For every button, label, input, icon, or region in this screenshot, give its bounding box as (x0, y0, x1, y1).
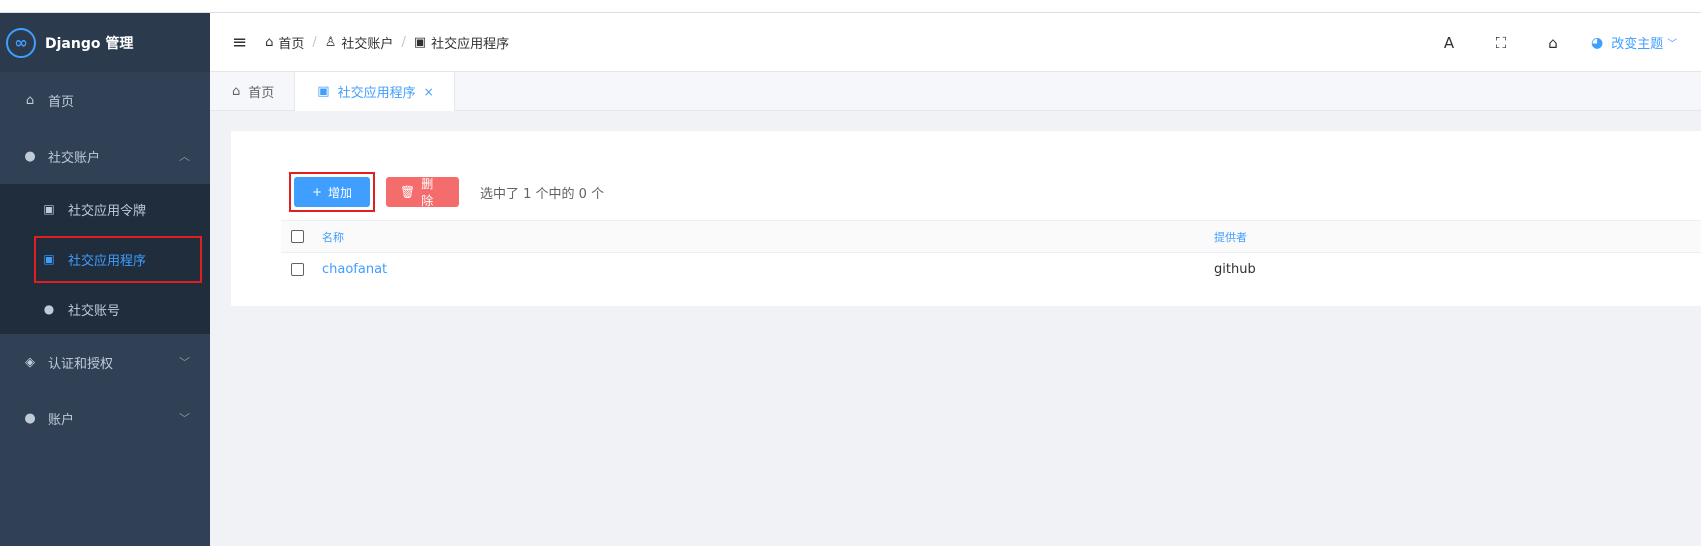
chevron-up-icon: ︿ (179, 150, 190, 163)
breadcrumb-item-social-accounts[interactable]: 社交账户 (341, 33, 393, 52)
column-header-provider[interactable]: 提供者 (1214, 229, 1247, 245)
add-button[interactable]: + 增加 (294, 177, 370, 207)
close-icon[interactable]: × (424, 85, 434, 99)
home-icon: ⌂ (265, 34, 274, 50)
tab-bar: ⌂ 首页 ▣ 社交应用程序 × (210, 72, 1701, 111)
sidebar-item-social-accounts[interactable]: ● 社交账户 ︿ (0, 128, 210, 184)
font-size-icon[interactable]: A (1423, 34, 1475, 52)
breadcrumb-separator: / (401, 34, 406, 50)
menu-toggle-icon[interactable]: ≡ (232, 32, 247, 53)
home-icon: ⌂ (232, 84, 241, 99)
change-theme-label: 改变主题 (1611, 37, 1664, 52)
breadcrumb-item-home[interactable]: 首页 (278, 33, 304, 52)
tab-home[interactable]: ⌂ 首页 (210, 72, 296, 111)
infinity-logo-icon: ∞ (6, 27, 36, 58)
palette-icon: ◕ (1591, 34, 1604, 51)
home-icon: ⌂ (25, 92, 35, 108)
image-icon: ▣ (413, 34, 427, 50)
column-header-name[interactable]: 名称 (322, 229, 344, 245)
header-actions: A ⛶ ⌂ ◕ 改变主题 ﹀ (1423, 13, 1701, 72)
top-header: ≡ ⌂ 首页 / ♙ 社交账户 / ▣ 社交应用程序 A ⛶ ⌂ ◕ 改变主题 … (210, 13, 1701, 72)
sidebar-item-home[interactable]: ⌂ 首页 (0, 72, 210, 128)
breadcrumb-item-current: 社交应用程序 (431, 36, 510, 52)
breadcrumb-separator: / (312, 34, 317, 50)
row-provider: github (1214, 262, 1256, 277)
sidebar-item-label: 首页 (48, 94, 75, 110)
user-icon: ♙ (324, 34, 337, 50)
tab-label: 社交应用程序 (337, 86, 416, 101)
breadcrumb: ⌂ 首页 / ♙ 社交账户 / ▣ 社交应用程序 (265, 33, 509, 52)
image-icon: ▣ (317, 84, 330, 99)
add-button-label: 增加 (328, 185, 353, 200)
home-icon[interactable]: ⌂ (1527, 34, 1579, 52)
sidebar-item-social-accounts-list[interactable]: ● 社交账号 (0, 284, 210, 334)
table-header: 名称 提供者 (281, 220, 1701, 253)
shield-icon: ◈ (25, 354, 35, 370)
sidebar-logo[interactable]: ∞ Django 管理 (0, 13, 210, 72)
sidebar-item-label: 社交账户 (48, 150, 101, 166)
app-title: Django 管理 (45, 35, 134, 52)
user-icon: ● (24, 410, 36, 426)
results-table: 名称 提供者 chaofanat github (281, 220, 1701, 286)
sidebar-item-auth[interactable]: ◈ 认证和授权 ﹀ (0, 334, 210, 390)
chevron-down-icon: ﹀ (179, 412, 190, 425)
delete-button[interactable]: 🗑 删除 (386, 177, 459, 208)
sidebar-item-label: 社交账号 (68, 303, 121, 319)
sidebar-item-social-app-tokens[interactable]: ▣ 社交应用令牌 (0, 184, 210, 234)
sidebar: ∞ Django 管理 ⌂ 首页 ● 社交账户 ︿ ▣ 社交应用令牌 ▣ 社交应… (0, 13, 210, 546)
circle-icon: ● (43, 302, 55, 316)
sidebar-item-account[interactable]: ● 账户 ﹀ (0, 390, 210, 446)
plus-icon: + (311, 185, 323, 199)
submenu-social-accounts: ▣ 社交应用令牌 ▣ 社交应用程序 ● 社交账号 (0, 184, 210, 334)
chevron-down-icon: ﹀ (1667, 39, 1678, 50)
trash-icon: 🗑 (400, 185, 416, 199)
user-icon: ● (24, 148, 36, 164)
table-row: chaofanat github (281, 253, 1701, 286)
chevron-down-icon: ﹀ (179, 356, 190, 369)
delete-button-label: 删除 (421, 177, 434, 208)
image-icon: ▣ (43, 202, 55, 216)
change-theme-button[interactable]: ◕ 改变主题 ﹀ (1591, 33, 1701, 53)
sidebar-item-social-applications[interactable]: ▣ 社交应用程序 (0, 234, 210, 284)
row-checkbox[interactable] (291, 263, 304, 276)
tab-label: 首页 (248, 86, 275, 101)
select-all-checkbox[interactable] (291, 230, 304, 243)
tab-social-applications[interactable]: ▣ 社交应用程序 × (295, 72, 455, 111)
browser-top-strip (0, 0, 1701, 13)
fullscreen-icon[interactable]: ⛶ (1475, 34, 1527, 52)
content-panel: + 增加 🗑 删除 选中了 1 个中的 0 个 名称 提供者 chaofanat… (231, 131, 1701, 306)
highlight-box (34, 236, 202, 283)
add-button-highlight: + 增加 (289, 172, 375, 212)
sidebar-item-label: 账户 (48, 412, 75, 428)
row-name-link[interactable]: chaofanat (322, 262, 387, 277)
sidebar-item-label: 社交应用令牌 (68, 203, 147, 219)
sidebar-item-label: 认证和授权 (48, 356, 114, 372)
selection-count: 选中了 1 个中的 0 个 (480, 186, 605, 202)
action-toolbar: + 增加 🗑 删除 选中了 1 个中的 0 个 (289, 172, 604, 212)
